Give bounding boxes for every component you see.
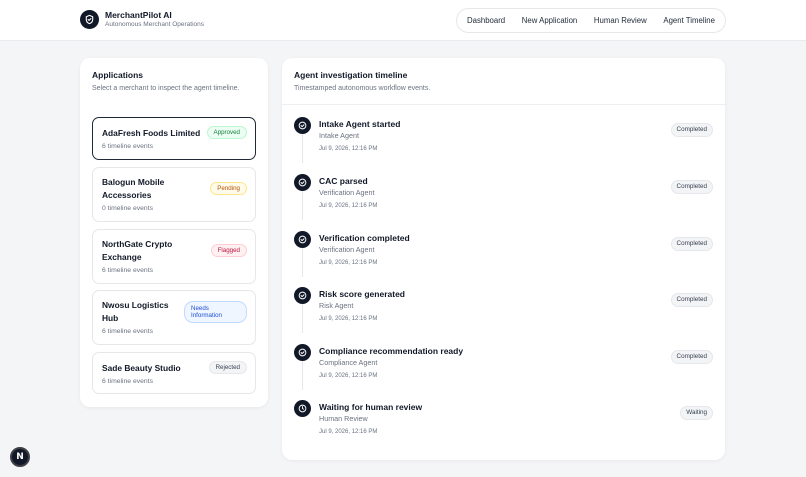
event-timestamp: Jul 9, 2026, 12:16 PM (319, 373, 378, 379)
check-circle-icon (294, 287, 311, 304)
status-badge: Completed (670, 293, 713, 307)
event-agent: Intake Agent (319, 131, 359, 140)
timeline-connector (302, 361, 303, 390)
status-badge: Completed (670, 180, 713, 194)
application-name: Balogun Mobile Accessories (102, 177, 165, 200)
event-agent: Human Review (319, 414, 368, 423)
event-timestamp: Jul 9, 2026, 12:16 PM (319, 260, 378, 266)
check-circle-icon (294, 231, 311, 248)
timeline-connector (302, 248, 303, 277)
event-timestamp: Jul 9, 2026, 12:16 PM (319, 203, 378, 209)
application-event-count: 0 timeline events (102, 205, 154, 212)
event-timestamp: Jul 9, 2026, 12:16 PM (319, 429, 378, 435)
application-card-northgate[interactable]: NorthGate Crypto Exchange 6 timeline eve… (92, 229, 256, 284)
application-event-count: 6 timeline events (102, 143, 154, 150)
event-title: CAC parsed (319, 176, 368, 186)
applications-subtitle: Select a merchant to inspect the agent t… (92, 85, 240, 92)
status-badge: Completed (670, 237, 713, 251)
event-agent: Compliance Agent (319, 358, 378, 367)
nav-dashboard[interactable]: Dashboard (467, 16, 505, 25)
application-card-adafresh[interactable]: AdaFresh Foods Limited 6 timeline events… (92, 117, 256, 160)
event-timestamp: Jul 9, 2026, 12:16 PM (319, 316, 378, 322)
timeline-panel: Agent investigation timeline Timestamped… (282, 58, 725, 460)
event-title: Waiting for human review (319, 402, 423, 412)
application-event-count: 6 timeline events (102, 378, 154, 385)
application-card-nwosu[interactable]: Nwosu Logistics Hub 6 timeline events Ne… (92, 290, 256, 345)
application-name: Sade Beauty Studio (102, 363, 181, 373)
application-name: Nwosu Logistics Hub (102, 300, 169, 323)
nav-human-review[interactable]: Human Review (594, 16, 647, 25)
event-agent: Verification Agent (319, 245, 375, 254)
event-title: Verification completed (319, 233, 410, 243)
status-badge: Completed (670, 350, 713, 364)
status-badge: Completed (670, 123, 713, 137)
timeline-subtitle: Timestamped autonomous workflow events. (294, 85, 431, 92)
brand-title: MerchantPilot AI (105, 9, 172, 20)
check-circle-icon (294, 117, 311, 134)
event-timestamp: Jul 9, 2026, 12:16 PM (319, 146, 378, 152)
nav-new-application[interactable]: New Application (522, 16, 577, 25)
application-event-count: 6 timeline events (102, 267, 154, 274)
status-badge: Pending (210, 182, 247, 195)
devtools-label: N (16, 452, 24, 462)
application-name: AdaFresh Foods Limited (102, 128, 201, 138)
application-name: NorthGate Crypto Exchange (102, 239, 173, 262)
application-card-balogun[interactable]: Balogun Mobile Accessories 0 timeline ev… (92, 167, 256, 222)
shield-check-icon (80, 10, 99, 29)
event-title: Risk score generated (319, 289, 405, 299)
event-agent: Verification Agent (319, 188, 375, 197)
status-badge: Waiting (680, 406, 713, 420)
status-badge: Rejected (208, 361, 247, 374)
devtools-button[interactable]: N (10, 447, 30, 467)
check-circle-icon (294, 344, 311, 361)
application-card-sade[interactable]: Sade Beauty Studio 6 timeline events Rej… (92, 352, 256, 394)
timeline-connector (302, 304, 303, 333)
nav-agent-timeline[interactable]: Agent Timeline (663, 16, 715, 25)
timeline-connector (302, 134, 303, 163)
top-header: MerchantPilot AI Autonomous Merchant Ope… (0, 0, 806, 41)
divider (282, 104, 725, 105)
application-event-count: 6 timeline events (102, 328, 154, 335)
event-title: Compliance recommendation ready (319, 346, 464, 356)
status-badge: Approved (206, 126, 247, 139)
timeline-connector (302, 191, 303, 220)
event-title: Intake Agent started (319, 119, 401, 129)
main-nav: Dashboard New Application Human Review A… (456, 8, 726, 33)
brand-subtitle: Autonomous Merchant Operations (105, 20, 204, 28)
status-badge: Flagged (210, 244, 247, 257)
applications-panel: Applications Select a merchant to inspec… (80, 58, 268, 407)
applications-title: Applications (92, 70, 144, 80)
status-badge: Needs Information (184, 301, 247, 323)
check-circle-icon (294, 174, 311, 191)
timeline-title: Agent investigation timeline (294, 70, 408, 80)
clock-icon (294, 400, 311, 417)
event-agent: Risk Agent (319, 301, 354, 310)
brand[interactable]: MerchantPilot AI Autonomous Merchant Ope… (80, 10, 204, 29)
